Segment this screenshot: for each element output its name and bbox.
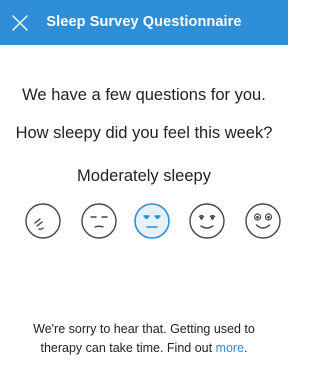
close-icon — [12, 15, 28, 31]
page-title: Sleep Survey Questionnaire — [46, 14, 242, 30]
slightly-sleepy-face-icon — [189, 203, 225, 239]
rating-option-slightly-sleepy[interactable] — [188, 202, 226, 240]
rating-option-alert[interactable] — [244, 202, 282, 240]
moderately-sleepy-face-icon — [134, 203, 170, 239]
rating-option-moderately-sleepy[interactable] — [133, 202, 171, 240]
feedback-message: We're sorry to hear that. Getting used t… — [20, 320, 268, 358]
question-text: How sleepy did you feel this week? — [15, 124, 273, 142]
close-button[interactable] — [10, 13, 30, 33]
feedback-message-end: . — [244, 341, 248, 355]
very-sleepy-face-icon — [25, 203, 61, 239]
alert-face-icon — [245, 203, 281, 239]
intro-text: We have a few questions for you. — [22, 86, 266, 104]
more-link[interactable]: more — [216, 341, 244, 355]
rating-option-very-sleepy[interactable] — [24, 202, 62, 240]
sleepy-face-icon — [81, 203, 117, 239]
sleepiness-rating-options — [0, 200, 288, 244]
rating-option-sleepy[interactable] — [80, 202, 118, 240]
selected-answer-label: Moderately sleepy — [77, 167, 211, 185]
header-bar: Sleep Survey Questionnaire — [0, 0, 288, 45]
